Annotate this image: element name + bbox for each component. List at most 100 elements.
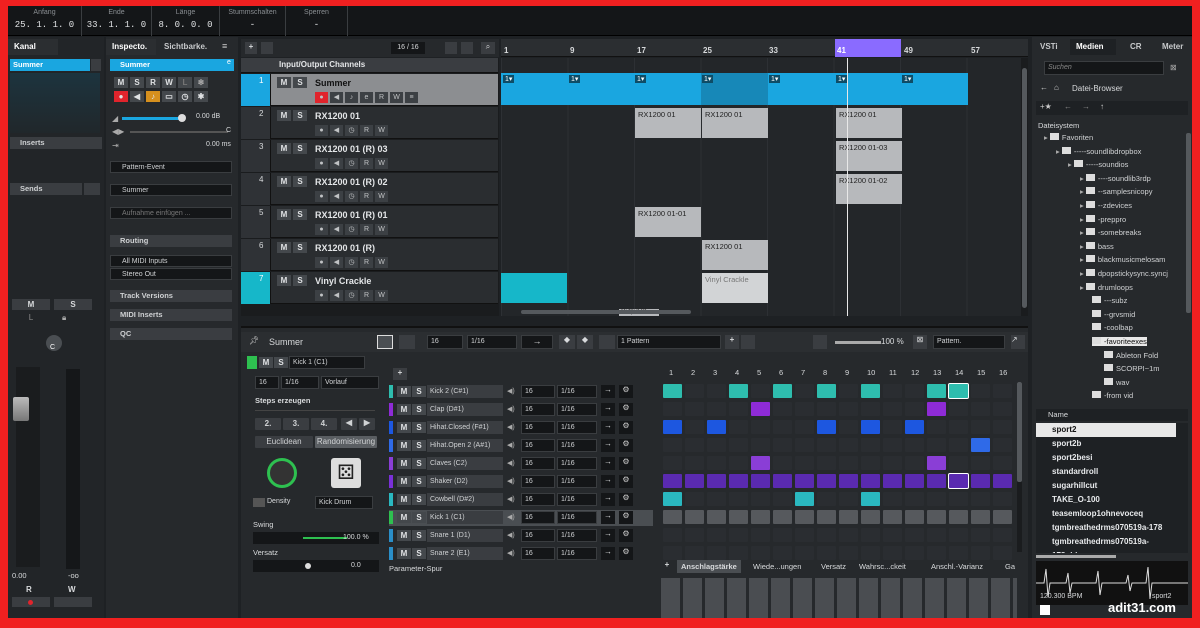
pad-select[interactable]: Kick 1 (C1)	[289, 356, 365, 369]
step-cell[interactable]	[795, 420, 814, 434]
inspector-settings-icon[interactable]: ✱	[194, 91, 208, 102]
pad-name[interactable]: Cowbell (D#2)	[427, 493, 503, 506]
step-cell[interactable]	[905, 528, 924, 542]
step-cell[interactable]	[883, 456, 902, 470]
tab-vsti[interactable]: VSTi	[1034, 39, 1066, 55]
channel-menu-button[interactable]	[91, 59, 101, 71]
track-record-icon[interactable]: ●	[315, 158, 328, 169]
audio-clip[interactable]: RX1200 01	[702, 108, 768, 138]
pad-solo-button[interactable]: S	[412, 494, 426, 505]
step-cell[interactable]	[773, 528, 792, 542]
step-cell[interactable]	[751, 546, 770, 560]
prev-pattern-button[interactable]: ◆	[559, 335, 575, 349]
media-search-input[interactable]: Suchen	[1044, 61, 1164, 75]
add-pattern-button[interactable]: +	[725, 335, 739, 349]
pad-res-field[interactable]: 1/16	[557, 547, 597, 560]
step-cell[interactable]	[927, 420, 946, 434]
inspector-edit-icon[interactable]: ▭	[162, 91, 176, 102]
pad-solo-button[interactable]: S	[412, 458, 426, 469]
folder-item[interactable]: Ableton Fold	[1104, 350, 1158, 360]
step-cell[interactable]	[817, 546, 836, 560]
folder-item[interactable]: ▸ blackmusicmelosam	[1080, 255, 1165, 264]
qc-section[interactable]: QC	[110, 328, 232, 340]
track-timebase-icon[interactable]: ◷	[345, 125, 358, 136]
step-cell[interactable]	[949, 402, 968, 416]
step-cell[interactable]	[971, 456, 990, 470]
pad-randomize-icon[interactable]: ⚙	[619, 421, 633, 434]
step-cell[interactable]	[971, 510, 990, 524]
file-item[interactable]: sport2	[1036, 423, 1176, 437]
pad-name[interactable]: Kick 2 (C#1)	[427, 385, 503, 398]
dice-icon[interactable]: ⚄	[331, 458, 361, 488]
step-cell[interactable]	[795, 456, 814, 470]
step-cell[interactable]	[861, 492, 880, 506]
step-cell[interactable]	[729, 492, 748, 506]
volume-slider-handle[interactable]	[178, 114, 186, 122]
pad-randomize-icon[interactable]: ⚙	[619, 493, 633, 506]
file-list-hscroll[interactable]	[1036, 555, 1116, 558]
nav-forward-icon[interactable]: →	[1082, 102, 1090, 111]
transport-lock[interactable]: Sperren -	[286, 6, 348, 36]
track-edit-icon[interactable]: e	[360, 92, 373, 103]
add-pad-button[interactable]: +	[393, 368, 407, 380]
pad-direction-icon[interactable]: →	[601, 529, 615, 542]
folder-tree[interactable]: ▸ Favoriten ▸ -----soundlibdropbox ▸ -----…	[1032, 133, 1188, 405]
playback-direction-select[interactable]: →	[521, 335, 553, 349]
pad-solo-button[interactable]: S	[412, 548, 426, 559]
step-cell[interactable]	[927, 384, 946, 398]
track-mute-button[interactable]: M	[277, 143, 291, 154]
step-cell[interactable]	[927, 528, 946, 542]
track-solo-button[interactable]: S	[293, 242, 307, 253]
track-mute-button[interactable]: M	[277, 176, 291, 187]
pad-res-field[interactable]: 1/16	[557, 475, 597, 488]
step-sequencer-grid[interactable]: 1 2 3 4 5 6 7 8 9 10 11 12 13 14 15 16	[661, 368, 1022, 568]
step-cell[interactable]	[971, 528, 990, 542]
step-cell[interactable]	[993, 402, 1012, 416]
step-cell[interactable]	[905, 492, 924, 506]
inspector-record-button[interactable]: ●	[114, 91, 128, 102]
step-cell[interactable]	[817, 528, 836, 542]
pad-randomize-icon[interactable]: ⚙	[619, 547, 633, 560]
nav-back-icon[interactable]: ←	[1064, 102, 1072, 111]
pattern-menu-select[interactable]: Pattern.	[933, 335, 1005, 349]
step-cell[interactable]	[751, 492, 770, 506]
sends-button[interactable]	[84, 183, 100, 195]
pad-steps-field[interactable]: 16	[521, 421, 555, 434]
channel-lock-icon[interactable]: 🔒︎	[62, 313, 68, 324]
step-cell[interactable]	[663, 528, 682, 542]
midi-input-select[interactable]: All MIDI Inputs	[110, 255, 232, 267]
step-cell[interactable]	[949, 546, 968, 560]
step-cell[interactable]	[883, 384, 902, 398]
nav-up-icon[interactable]: ↑	[1100, 102, 1104, 111]
step-cell[interactable]	[773, 420, 792, 434]
folder-item[interactable]: --grvsmid	[1092, 309, 1135, 319]
shift-left-button[interactable]: ◀	[341, 418, 357, 430]
track-write-button[interactable]: W	[375, 158, 388, 169]
step-cell[interactable]	[729, 546, 748, 560]
step-cell[interactable]	[817, 510, 836, 524]
step-cell[interactable]	[971, 420, 990, 434]
pad-speaker-icon[interactable]: ◀)	[507, 405, 517, 413]
folder-item[interactable]: -from vid	[1092, 391, 1133, 400]
step-cell[interactable]	[861, 402, 880, 416]
step-cell[interactable]	[751, 456, 770, 470]
step-cell[interactable]	[685, 420, 704, 434]
step-cell[interactable]	[795, 438, 814, 452]
track-timebase-icon[interactable]: ◷	[345, 191, 358, 202]
step-cell[interactable]	[751, 420, 770, 434]
pad-row[interactable]: M S Snare 2 (E1) ◀) 16 1/16 → ⚙	[389, 546, 653, 562]
track-timebase-icon[interactable]: ◷	[345, 158, 358, 169]
add-param-lane-button[interactable]: +	[661, 560, 673, 574]
track-row-2[interactable]: 2 M S RX1200 01 ● ◀ ◷ R W	[241, 107, 498, 139]
pad-randomize-icon[interactable]: ⚙	[619, 475, 633, 488]
editor-layout-icon[interactable]	[377, 335, 393, 349]
file-item[interactable]: sport2besi	[1036, 451, 1176, 465]
inspector-listen-button[interactable]: L	[178, 77, 192, 88]
step-cell[interactable]	[883, 474, 902, 488]
arrangement-area[interactable]: 1▾ 1▾ 1▾ 1▾ 1▾ 1▾ 1▾ RX1200 01 RX1200 01…	[501, 58, 1028, 316]
step-cell[interactable]	[905, 474, 924, 488]
folder-item[interactable]: wav	[1104, 377, 1129, 387]
file-item[interactable]: sugarhillcut	[1036, 479, 1176, 493]
pad-speaker-icon[interactable]: ◀)	[507, 459, 517, 467]
step-cell[interactable]	[751, 510, 770, 524]
